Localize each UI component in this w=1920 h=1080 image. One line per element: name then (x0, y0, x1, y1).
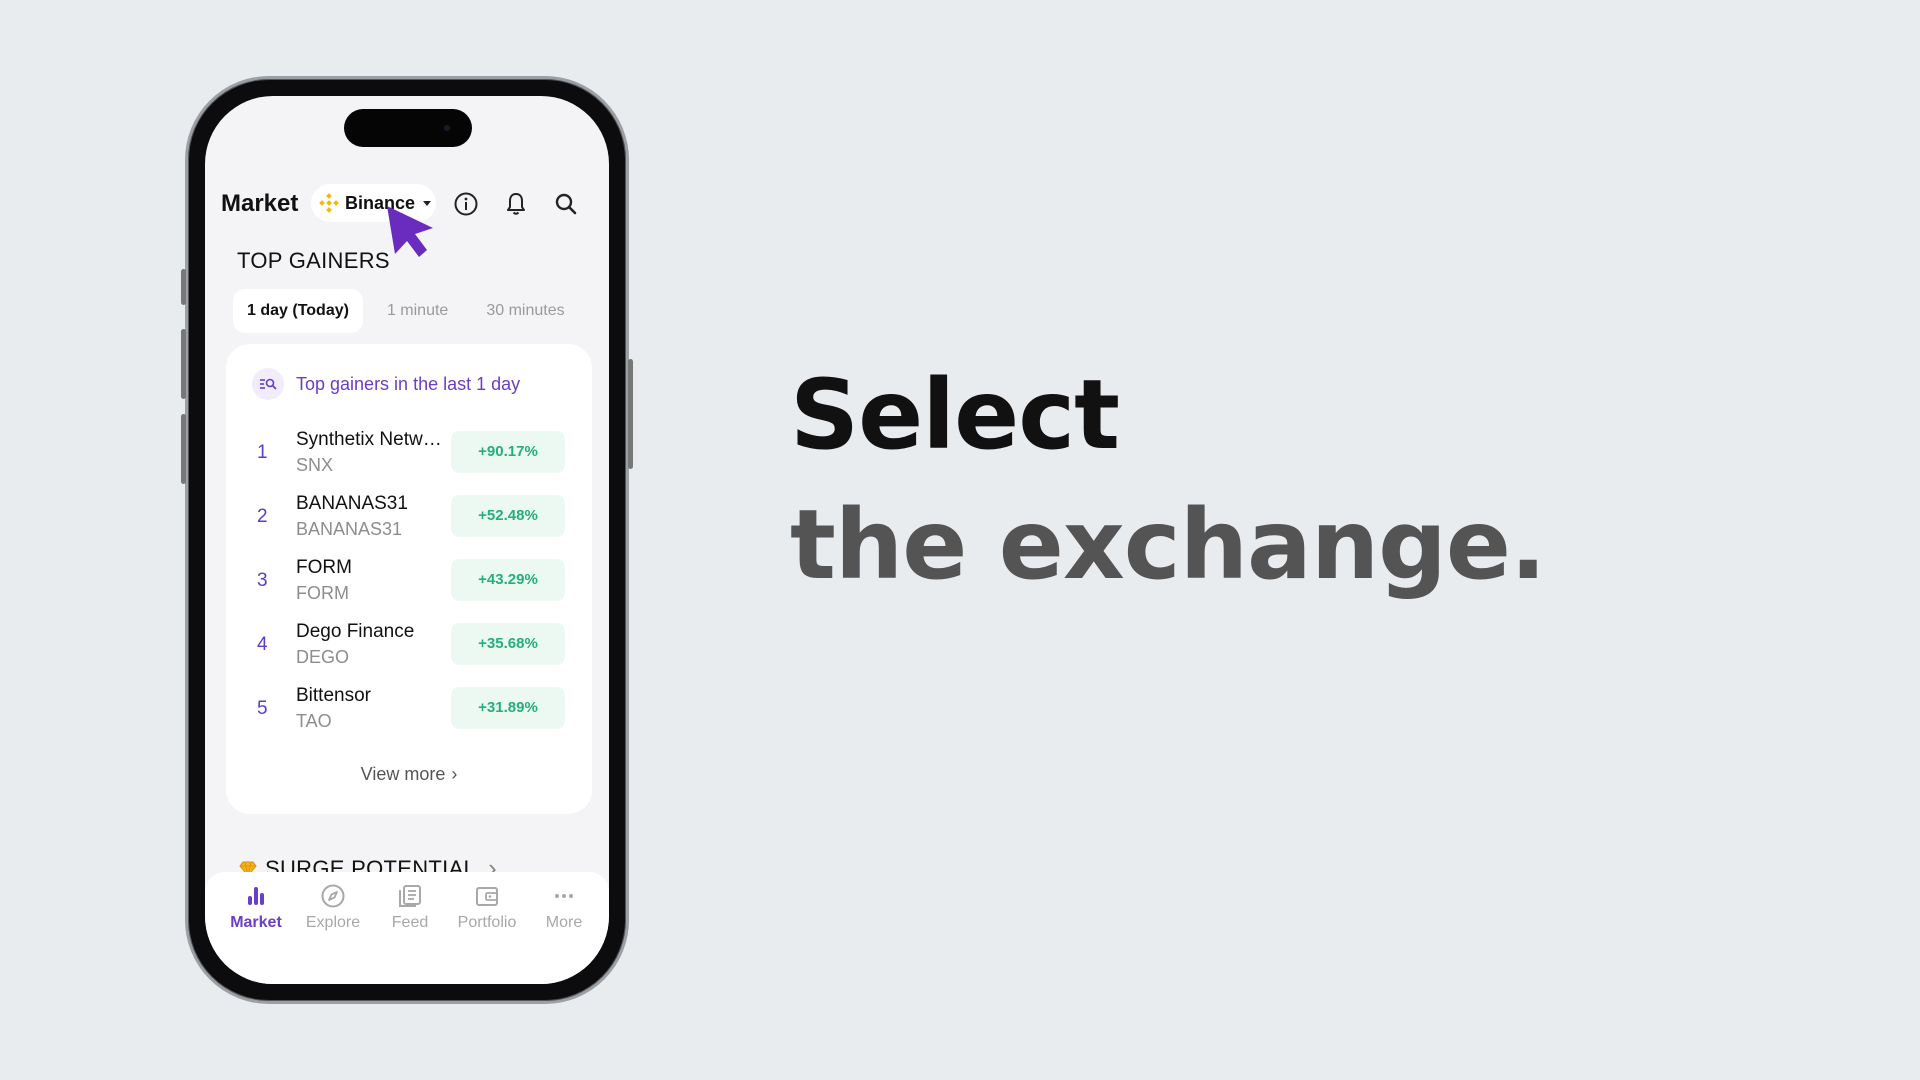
tab-30-minutes[interactable]: 30 minutes (472, 289, 578, 333)
nav-feed[interactable]: Feed (372, 882, 448, 932)
phone-side-button (181, 329, 186, 399)
list-item[interactable]: 4 Dego Finance DEGO +35.68% (226, 616, 592, 672)
nav-portfolio[interactable]: Portfolio (449, 882, 525, 932)
view-more-link[interactable]: View more › (226, 764, 592, 785)
tab-1-day[interactable]: 1 day (Today) (233, 289, 363, 333)
view-more-label: View more (360, 764, 446, 784)
coin-name: Bittensor (296, 685, 371, 706)
rank-number: 5 (257, 698, 268, 719)
headline-line-1: Select (790, 359, 1120, 471)
feed-icon (399, 885, 421, 907)
coin-symbol: SNX (296, 455, 334, 475)
change-badge: +43.29% (451, 559, 565, 601)
chevron-right-icon: › (451, 764, 458, 784)
timeframe-tabs: 1 day (Today) 1 minute 30 minutes (233, 289, 589, 333)
phone-frame: Market Binance TOP GAINERS 1 day (Today)… (181, 76, 633, 1004)
phone-side-button (628, 359, 633, 469)
coin-name: FORM (296, 557, 352, 578)
search-icon[interactable] (553, 191, 579, 217)
change-badge: +90.17% (451, 431, 565, 473)
phone-screen: Market Binance TOP GAINERS 1 day (Today)… (205, 96, 609, 984)
nav-label: Market (230, 914, 282, 931)
change-badge: +31.89% (451, 687, 565, 729)
section-title: TOP GAINERS (237, 248, 390, 273)
card-heading-text: Top gainers in the last 1 day (296, 373, 521, 394)
wallet-icon (476, 887, 498, 906)
bar-chart-icon (248, 887, 264, 905)
dynamic-island (344, 109, 472, 147)
phone-side-button (181, 269, 186, 305)
coin-name: Synthetix Network (296, 429, 446, 450)
coin-name: BANANAS31 (296, 493, 408, 514)
nav-market[interactable]: Market (218, 882, 294, 932)
change-badge: +35.68% (451, 623, 565, 665)
nav-label: Explore (305, 914, 361, 931)
list-item[interactable]: 2 BANANAS31 BANANAS31 +52.48% (226, 488, 592, 544)
rank-number: 4 (257, 634, 268, 655)
more-dots-icon (555, 894, 573, 898)
info-icon[interactable] (453, 191, 479, 217)
headline-line-2: the exchange. (790, 489, 1546, 601)
coin-symbol: DEGO (296, 647, 350, 667)
phone-side-button (181, 414, 186, 484)
tab-1-minute[interactable]: 1 minute (373, 289, 462, 333)
binance-logo-icon (319, 193, 339, 213)
change-badge: +52.48% (451, 495, 565, 537)
nav-explore[interactable]: Explore (295, 882, 371, 932)
nav-label: Feed (391, 914, 429, 931)
compass-icon (321, 884, 345, 908)
coin-name: Dego Finance (296, 621, 415, 642)
coin-symbol: TAO (296, 711, 332, 731)
top-gainers-card: Top gainers in the last 1 day 1 Syntheti… (226, 344, 592, 814)
rank-number: 1 (257, 442, 268, 463)
list-item[interactable]: 3 FORM FORM +43.29% (226, 552, 592, 608)
headline: Select the exchange. (790, 350, 1546, 610)
pointer-cursor-icon (387, 206, 433, 257)
search-list-icon (252, 368, 284, 400)
nav-more[interactable]: More (526, 882, 602, 932)
rank-number: 3 (257, 570, 268, 591)
card-heading: Top gainers in the last 1 day (252, 368, 520, 400)
coin-symbol: BANANAS31 (296, 519, 403, 539)
bell-icon[interactable] (503, 191, 529, 217)
nav-label: More (545, 914, 583, 931)
rank-number: 2 (257, 506, 268, 527)
list-item[interactable]: 1 Synthetix Network SNX +90.17% (226, 424, 592, 480)
list-item[interactable]: 5 Bittensor TAO +31.89% (226, 680, 592, 736)
nav-label: Portfolio (457, 914, 517, 931)
bottom-nav: Market Explore Feed Portfolio More (205, 872, 609, 984)
coin-symbol: FORM (296, 583, 349, 603)
page-title: Market (221, 190, 299, 217)
